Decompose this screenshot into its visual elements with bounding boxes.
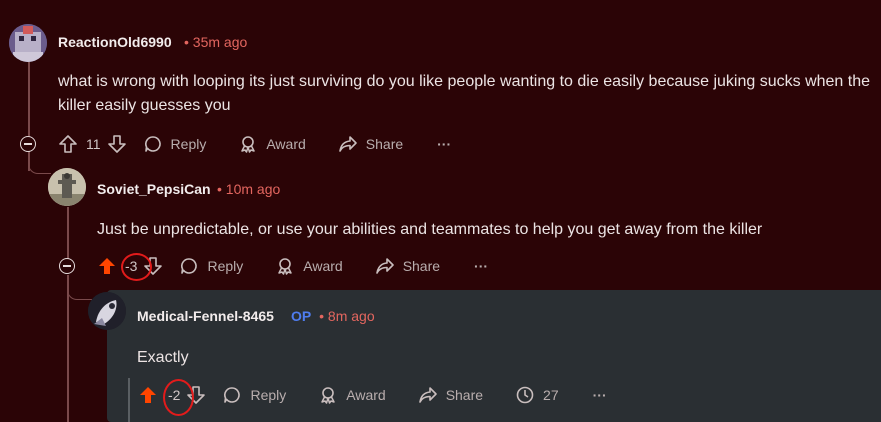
thread-line [67,207,69,259]
thread-line [67,275,69,422]
vote-count: 11 [86,136,101,152]
share-icon [418,387,437,403]
reply-icon [181,258,198,274]
comment-meta: • 10m ago [217,181,280,197]
meta-separator: • [184,34,189,50]
award-button[interactable]: Award [318,385,386,405]
award-button[interactable]: Award [238,134,306,154]
share-label: Share [402,258,441,274]
upvote-icon [59,135,77,153]
share-label: Share [365,136,404,152]
timestamp[interactable]: 8m ago [328,308,375,324]
share-label: Share [445,387,484,403]
reply-button[interactable]: Reply [222,385,286,405]
reply-label: Reply [250,387,287,403]
views-button[interactable]: 27 [515,385,559,405]
thread-line [28,58,30,136]
award-label: Award [303,258,343,274]
share-icon [338,136,357,152]
more-icon[interactable]: ··· [437,136,451,152]
downvote-button[interactable] [107,134,127,154]
comment-actions: 11 Reply Award Share ··· [58,131,451,157]
username[interactable]: Soviet_PepsiCan [97,181,211,197]
thread-connector [67,275,92,300]
avatar[interactable] [88,292,126,330]
thread-connector [28,151,51,174]
collapse-icon[interactable] [20,136,36,152]
award-label: Award [266,136,306,152]
award-button[interactable]: Award [275,256,343,276]
share-icon [375,258,394,274]
annotation-circle [163,379,194,416]
award-icon [278,258,292,275]
award-label: Award [346,387,386,403]
views-count: 27 [543,387,559,403]
reply-label: Reply [170,136,207,152]
award-icon [321,387,335,404]
clock-icon [516,386,534,404]
timestamp[interactable]: 10m ago [226,181,280,197]
comment-text: Exactly [137,349,189,366]
share-button[interactable]: Share [375,256,440,276]
username[interactable]: ReactionOld6990 [58,34,172,50]
username[interactable]: Medical-Fennel-8465 [137,308,274,324]
comment-meta: OP • 8m ago [291,308,375,324]
more-icon[interactable]: ··· [474,258,488,274]
comment-meta: • 35m ago [184,34,247,50]
downvote-icon [107,135,126,153]
reply-icon [224,387,241,403]
upvote-button[interactable] [58,134,78,154]
upvote-icon [140,387,156,403]
avatar[interactable] [9,24,47,62]
share-button[interactable]: Share [338,134,403,154]
reply-button[interactable]: Reply [143,134,207,154]
comment-actions: -2 Reply Award Share 27 ··· [138,382,607,408]
meta-separator: • [217,181,222,197]
meta-separator: • [319,308,325,324]
comment-text: what is wrong with looping its just surv… [58,73,871,114]
op-badge: OP [291,308,312,324]
more-icon[interactable]: ··· [593,387,607,403]
collapse-icon[interactable] [59,258,75,274]
comment-actions: -3 Reply Award Share ··· [97,253,488,279]
upvote-button[interactable] [138,385,158,405]
share-button[interactable]: Share [418,385,483,405]
award-icon [241,136,256,153]
reply-button[interactable]: Reply [179,256,243,276]
timestamp[interactable]: 35m ago [193,34,247,50]
reply-label: Reply [207,258,244,274]
avatar[interactable] [48,168,86,206]
upvote-button[interactable] [97,256,117,276]
thread-line [128,378,130,422]
upvote-icon [99,258,115,274]
annotation-circle [121,253,152,281]
reply-icon [144,136,161,152]
comment-text: Just be unpredictable, or use your abili… [97,221,763,238]
